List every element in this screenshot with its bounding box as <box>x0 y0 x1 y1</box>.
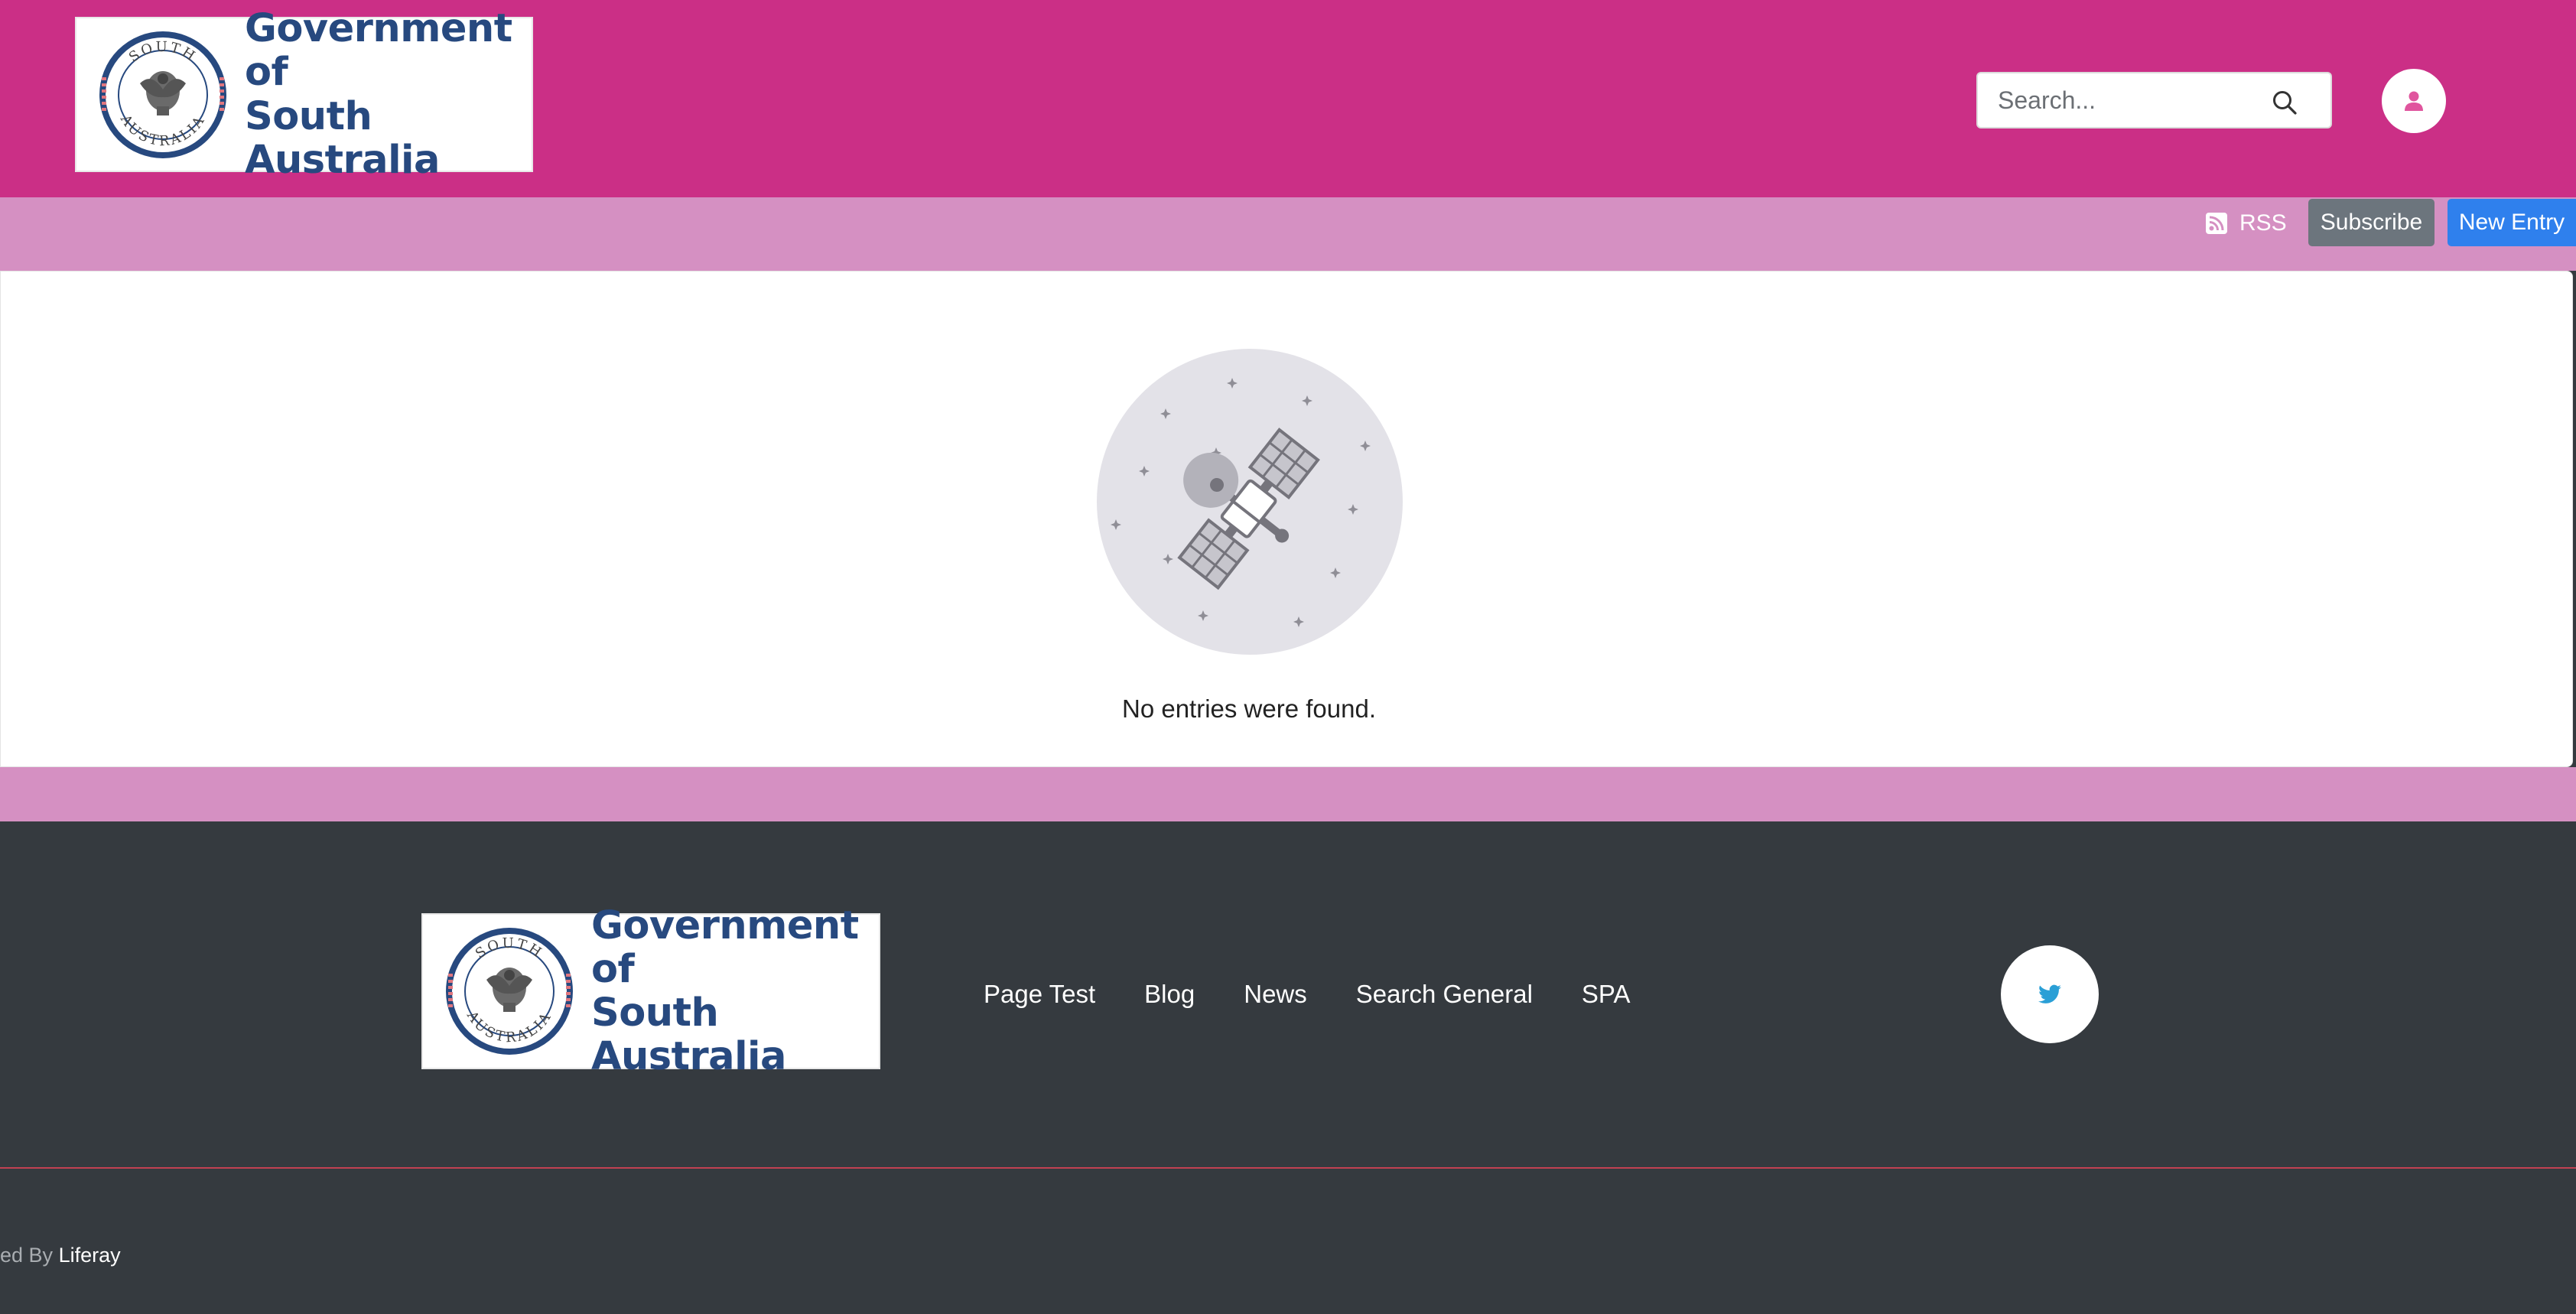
search-icon[interactable] <box>2271 89 2298 116</box>
logo-line-2: South Australia <box>245 93 440 183</box>
new-entry-button[interactable]: New Entry <box>2448 199 2576 246</box>
search-box <box>1976 72 2332 128</box>
footer-logo-line-2: South Australia <box>591 990 786 1080</box>
state-seal-icon: SOUTH AUSTRALIA <box>446 928 573 1055</box>
liferay-link[interactable]: Liferay <box>59 1244 121 1267</box>
satellite-illustration <box>1097 349 1403 655</box>
twitter-button[interactable] <box>2001 945 2099 1043</box>
footer-nav: Page Test Blog News Search General SPA <box>984 977 1680 1011</box>
footer-link-page-test[interactable]: Page Test <box>984 980 1095 1009</box>
footer-link-spa[interactable]: SPA <box>1582 980 1631 1009</box>
site-logo[interactable]: SOUTH AUSTRALIA Government of South Aust… <box>75 7 533 182</box>
blog-toolbar <box>0 197 2576 271</box>
footer-link-news[interactable]: News <box>1244 980 1307 1009</box>
user-avatar-button[interactable] <box>2382 69 2446 133</box>
content-band <box>0 767 2576 821</box>
twitter-icon <box>2038 984 2061 1003</box>
state-seal-icon: SOUTH AUSTRALIA <box>99 31 226 158</box>
footer-divider <box>0 1167 2576 1169</box>
site-footer <box>0 821 2576 1314</box>
footer-logo[interactable]: SOUTH AUSTRALIA Government of South Aust… <box>421 904 880 1078</box>
empty-state-message: No entries were found. <box>1121 694 1376 723</box>
rss-link[interactable]: RSS <box>2206 208 2287 239</box>
rss-icon <box>2206 213 2227 234</box>
logo-line-1: Government of <box>245 6 512 96</box>
rss-label: RSS <box>2239 210 2287 236</box>
footer-link-blog[interactable]: Blog <box>1144 980 1195 1009</box>
subscribe-button[interactable]: Subscribe <box>2308 199 2435 246</box>
user-icon <box>2405 91 2423 111</box>
powered-by-prefix: ed By <box>0 1244 54 1267</box>
footer-link-search-general[interactable]: Search General <box>1356 980 1533 1009</box>
footer-logo-line-1: Government of <box>591 903 859 992</box>
powered-by: ed By Liferay <box>0 1244 121 1267</box>
search-input[interactable] <box>1996 85 2259 115</box>
